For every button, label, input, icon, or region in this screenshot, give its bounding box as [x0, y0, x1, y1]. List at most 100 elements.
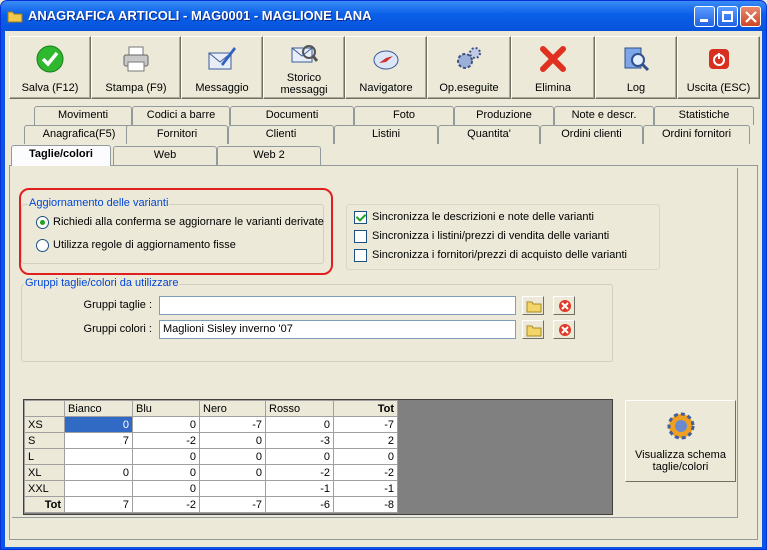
tab-movimenti[interactable]: Movimenti	[34, 106, 132, 125]
grid-cell[interactable]: 7	[64, 432, 133, 449]
tab-codici-a-barre[interactable]: Codici a barre	[132, 106, 230, 125]
sizes-group-label: Gruppi taglie :	[83, 299, 152, 311]
grid-cell[interactable]: -2	[132, 432, 200, 449]
grid-row-header: S	[24, 432, 65, 449]
clear-x-icon	[559, 324, 571, 336]
size-color-groups: Gruppi taglie/colori da utilizzare Grupp…	[21, 277, 613, 362]
grid-cell[interactable]: -2	[265, 464, 334, 481]
table-row: L 0 0 0 0	[24, 448, 398, 465]
grid-cell[interactable]	[64, 480, 133, 497]
grid-col-header[interactable]: Blu	[132, 400, 200, 417]
navigator-label: Navigatore	[359, 82, 413, 94]
colors-group-input[interactable]: Maglioni Sisley inverno '07	[159, 320, 516, 339]
tab-documenti[interactable]: Documenti	[230, 106, 354, 125]
grid-cell[interactable]	[199, 480, 266, 497]
log-magnifier-icon	[624, 47, 650, 72]
tab-web[interactable]: Web	[113, 146, 217, 165]
navigator-button[interactable]: Navigatore	[345, 36, 427, 99]
title-bar[interactable]: ANAGRAFICA ARTICOLI - MAG0001 - MAGLIONE…	[1, 1, 766, 31]
message-history-label: Storico messaggi	[280, 72, 328, 96]
tab-note-e-descr[interactable]: Note e descr.	[554, 106, 654, 125]
close-icon	[745, 11, 757, 23]
highlight-outline	[19, 188, 333, 275]
grid-table: Bianco Blu Nero Rosso Tot XS 0 0 -7 0 -7…	[24, 400, 398, 513]
tab-clienti[interactable]: Clienti	[228, 125, 334, 144]
grid-cell[interactable]: 0	[265, 416, 334, 433]
tab-fornitori[interactable]: Fornitori	[126, 125, 228, 144]
check-icon	[36, 45, 64, 73]
tab-taglie-colori[interactable]: Taglie/colori	[11, 145, 111, 166]
delete-label: Elimina	[534, 82, 572, 94]
grid-col-header[interactable]: Tot	[333, 400, 398, 417]
grid-cell[interactable]: -7	[199, 416, 266, 433]
colors-clear-button[interactable]	[553, 320, 575, 339]
grid-total-cell: -2	[333, 464, 398, 481]
grid-cell[interactable]: 0	[199, 432, 266, 449]
log-button[interactable]: Log	[595, 36, 677, 99]
sync-descriptions-checkbox[interactable]	[354, 211, 367, 224]
grid-total-cell: -8	[333, 496, 398, 513]
tab-produzione[interactable]: Produzione	[454, 106, 554, 125]
minimize-icon	[700, 19, 708, 22]
groups-legend: Gruppi taglie/colori da utilizzare	[24, 277, 180, 289]
message-label: Messaggio	[195, 82, 249, 94]
grid-total-cell: -7	[199, 496, 266, 513]
grid-col-header[interactable]: Rosso	[265, 400, 334, 417]
delete-button[interactable]: Elimina	[511, 36, 595, 99]
tab-listini[interactable]: Listini	[334, 125, 438, 144]
window-title: ANAGRAFICA ARTICOLI - MAG0001 - MAGLIONE…	[28, 8, 372, 23]
grid-corner	[24, 400, 65, 417]
save-button[interactable]: Salva (F12)	[9, 36, 91, 99]
folder-icon	[526, 325, 542, 337]
sizes-clear-button[interactable]	[553, 296, 575, 315]
colors-browse-button[interactable]	[522, 320, 544, 339]
grid-cell[interactable]: 0	[199, 448, 266, 465]
grid-cell[interactable]: 0	[132, 416, 200, 433]
grid-total-cell: -7	[333, 416, 398, 433]
grid-cell[interactable]: -3	[265, 432, 334, 449]
tab-anagrafica[interactable]: Anagrafica(F5)	[24, 125, 134, 144]
maximize-button[interactable]	[717, 6, 738, 27]
tab-quantita[interactable]: Quantita'	[438, 125, 540, 144]
tab-ordini-clienti[interactable]: Ordini clienti	[540, 125, 643, 144]
print-button[interactable]: Stampa (F9)	[91, 36, 181, 99]
sizes-browse-button[interactable]	[522, 296, 544, 315]
message-button[interactable]: Messaggio	[181, 36, 263, 99]
tab-foto[interactable]: Foto	[354, 106, 454, 125]
grid-col-header[interactable]: Nero	[199, 400, 266, 417]
power-icon	[708, 49, 729, 69]
grid-cell[interactable]	[64, 448, 133, 465]
table-row: XL 0 0 0 -2 -2	[24, 464, 398, 481]
grid-cell[interactable]: 0	[64, 416, 133, 433]
grid-total-cell: 7	[64, 496, 133, 513]
close-button[interactable]	[740, 6, 761, 27]
sizes-group-input[interactable]	[159, 296, 516, 315]
performed-ops-label: Op.eseguite	[439, 82, 499, 94]
grid-cell[interactable]: -1	[265, 480, 334, 497]
minimize-button[interactable]	[694, 6, 715, 27]
grid-cell[interactable]: 0	[132, 464, 200, 481]
tab-web-2[interactable]: Web 2	[217, 146, 321, 165]
tab-statistiche[interactable]: Statistiche	[654, 106, 754, 125]
compass-icon	[373, 50, 399, 70]
sync-suppliers-label: Sincronizza i fornitori/prezzi di acquis…	[372, 249, 627, 261]
grid-cell[interactable]: 0	[265, 448, 334, 465]
taglie-colori-panel: Aggiornamento delle varianti Richiedi al…	[9, 165, 758, 540]
performed-ops-button[interactable]: Op.eseguite	[427, 36, 511, 99]
message-history-button[interactable]: Storico messaggi	[263, 36, 345, 99]
printer-icon	[123, 46, 149, 72]
grid-total-cell: -6	[265, 496, 334, 513]
print-label: Stampa (F9)	[105, 82, 167, 94]
grid-col-header[interactable]: Bianco	[64, 400, 133, 417]
sync-price-lists-checkbox[interactable]	[354, 230, 367, 243]
log-label: Log	[626, 82, 646, 94]
exit-button[interactable]: Uscita (ESC)	[677, 36, 760, 99]
grid-cell[interactable]: 0	[199, 464, 266, 481]
tab-ordini-fornitori[interactable]: Ordini fornitori	[643, 125, 750, 144]
grid-cell[interactable]: 0	[132, 448, 200, 465]
panel-body: Aggiornamento delle varianti Richiedi al…	[12, 168, 738, 518]
grid-cell[interactable]: 0	[64, 464, 133, 481]
grid-cell[interactable]: 0	[132, 480, 200, 497]
view-schema-button[interactable]: Visualizza schema taglie/colori	[625, 400, 736, 482]
sync-suppliers-checkbox[interactable]	[354, 249, 367, 262]
